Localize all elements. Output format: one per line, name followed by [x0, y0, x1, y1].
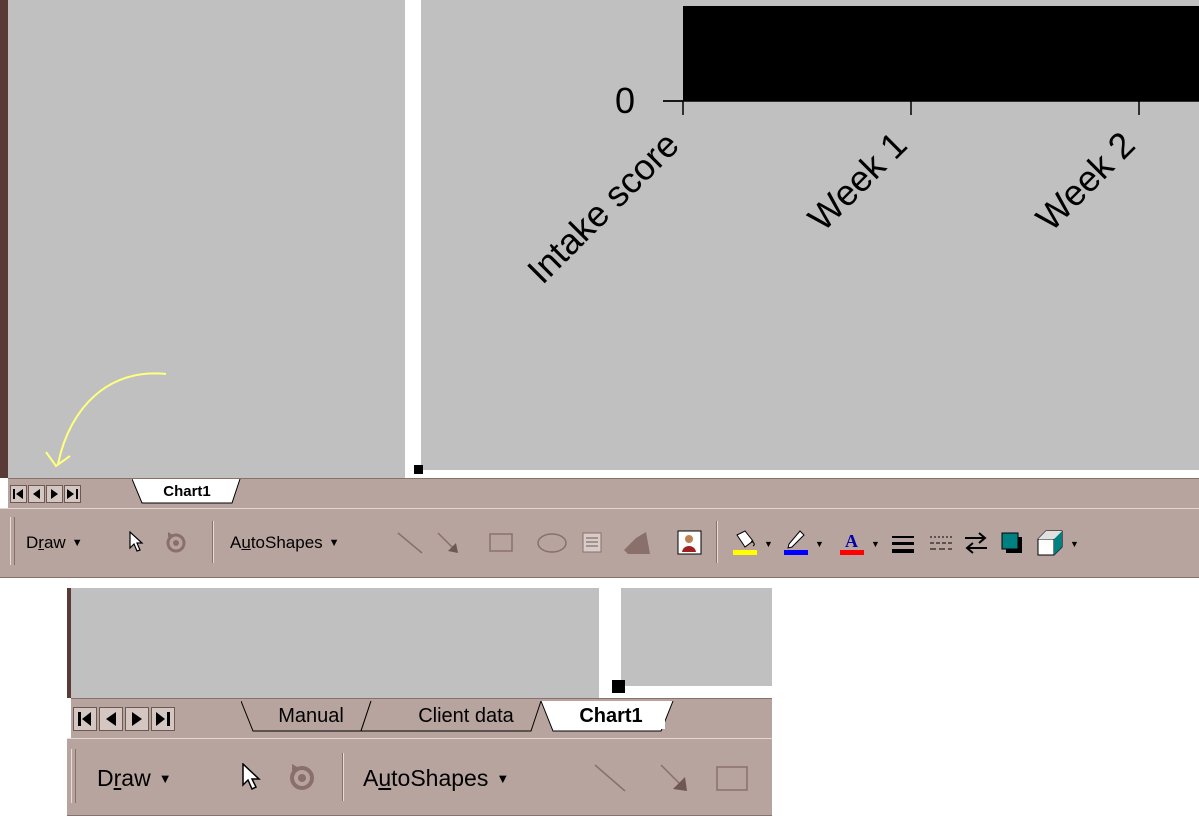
select-objects-icon[interactable] [128, 531, 146, 553]
sheet-area-left [71, 588, 599, 698]
fill-color-icon[interactable] [731, 529, 759, 557]
autoshapes-menu-button[interactable]: AutoShapes ▼ [363, 763, 509, 793]
next-sheet-icon [50, 489, 58, 499]
first-sheet-icon [78, 712, 91, 726]
chart-frame-bottom [421, 470, 1199, 478]
first-sheet-button[interactable] [10, 485, 27, 503]
autoshapes-dropdown-icon: ▼ [328, 537, 340, 549]
toolbar-separator [212, 521, 214, 563]
font-color-icon[interactable]: A [838, 529, 866, 557]
window-left-edge [0, 0, 8, 478]
3d-icon[interactable] [1036, 529, 1066, 557]
last-sheet-button[interactable] [151, 707, 175, 731]
tab-chart1[interactable]: Chart1 [144, 480, 230, 502]
previous-sheet-button[interactable] [99, 707, 123, 731]
shadow-icon[interactable] [1000, 531, 1026, 555]
drawing-toolbar: Draw ▼ AutoShapes ▼ [67, 738, 772, 816]
toolbar-more-dropdown-icon[interactable]: ▼ [1070, 539, 1079, 549]
toolbar-separator [342, 753, 344, 801]
font-color-dropdown-icon[interactable]: ▼ [871, 539, 880, 549]
draw-menu-button[interactable]: Draw ▼ [26, 529, 83, 557]
line-color-dropdown-icon[interactable]: ▼ [815, 539, 824, 549]
last-sheet-button[interactable] [64, 485, 81, 503]
toolbar-separator [716, 521, 718, 563]
excel-window-bottom-zoom: Manual Client data Chart1 Draw ▼ AutoSha… [67, 588, 772, 824]
first-sheet-icon [13, 489, 23, 499]
rectangle-icon[interactable] [488, 532, 516, 554]
chart-area[interactable] [621, 588, 772, 686]
draw-label: Draw [97, 764, 151, 791]
chart-bar [683, 6, 1199, 101]
next-sheet-button[interactable] [46, 485, 63, 503]
rectangle-icon[interactable] [715, 765, 751, 793]
previous-sheet-icon [32, 489, 40, 499]
previous-sheet-button[interactable] [28, 485, 45, 503]
text-box-icon[interactable] [581, 531, 605, 555]
autoshapes-menu-button[interactable]: AutoShapes ▼ [230, 529, 340, 557]
last-sheet-icon [156, 712, 170, 726]
chart-frame-border [405, 0, 421, 478]
fill-color-dropdown-icon[interactable]: ▼ [764, 539, 773, 549]
line-icon[interactable] [593, 763, 627, 793]
wordart-icon[interactable] [622, 530, 652, 556]
next-sheet-button[interactable] [125, 707, 149, 731]
arrow-style-icon[interactable] [963, 531, 989, 555]
last-sheet-icon [67, 489, 78, 499]
draw-menu-button[interactable]: Draw ▼ [97, 763, 172, 793]
arrow-icon[interactable] [657, 763, 691, 793]
arrow-icon[interactable] [434, 531, 462, 555]
tab-manual[interactable]: Manual [261, 703, 361, 729]
autoshapes-label: AutoShapes [230, 533, 323, 552]
drawing-toolbar: Draw ▼ AutoShapes ▼ [0, 508, 1199, 578]
y-tick-label: 0 [615, 80, 635, 121]
dash-style-icon[interactable] [928, 531, 954, 555]
tab-client-data[interactable]: Client data [391, 703, 541, 729]
excel-window-top: 0Intake score Week 1 Week 2 Chart1 Draw [0, 0, 1199, 580]
bar-chart: 0Intake score Week 1 Week 2 [519, 6, 1199, 292]
first-sheet-button[interactable] [73, 707, 97, 731]
line-style-icon[interactable] [890, 531, 916, 555]
toolbar-grip[interactable] [10, 517, 15, 565]
chart-selection-handle[interactable] [612, 680, 625, 693]
chart-selection-handle[interactable] [414, 465, 423, 474]
free-rotate-icon[interactable] [164, 531, 188, 555]
sheet-tab-bar: Chart1 [8, 478, 1199, 509]
draw-dropdown-icon: ▼ [158, 770, 172, 786]
autoshapes-label: AutoShapes [363, 764, 489, 791]
oval-icon[interactable] [536, 532, 572, 554]
svg-text:A: A [845, 531, 858, 551]
x-tick-label: Intake score [519, 124, 687, 292]
annotation-arrow-icon [45, 372, 167, 468]
draw-dropdown-icon: ▼ [71, 537, 83, 549]
line-color-icon[interactable] [782, 529, 810, 557]
x-tick-label: Week 2 [1028, 124, 1143, 239]
sheet-tab-bar: Manual Client data Chart1 [71, 698, 772, 739]
previous-sheet-icon [106, 712, 116, 726]
autoshapes-dropdown-icon: ▼ [496, 770, 510, 786]
select-objects-icon[interactable] [241, 763, 263, 791]
toolbar-grip[interactable] [71, 749, 76, 803]
line-icon[interactable] [396, 531, 424, 555]
tab-chart1[interactable]: Chart1 [557, 703, 665, 729]
chart-area[interactable]: 0 Intake score Week 1 Week 2 [421, 0, 1199, 470]
draw-label: Draw [26, 533, 66, 552]
free-rotate-icon[interactable] [287, 763, 317, 793]
clip-art-icon[interactable] [677, 530, 703, 556]
next-sheet-icon [132, 712, 142, 726]
x-tick-label: Week 1 [800, 124, 915, 239]
